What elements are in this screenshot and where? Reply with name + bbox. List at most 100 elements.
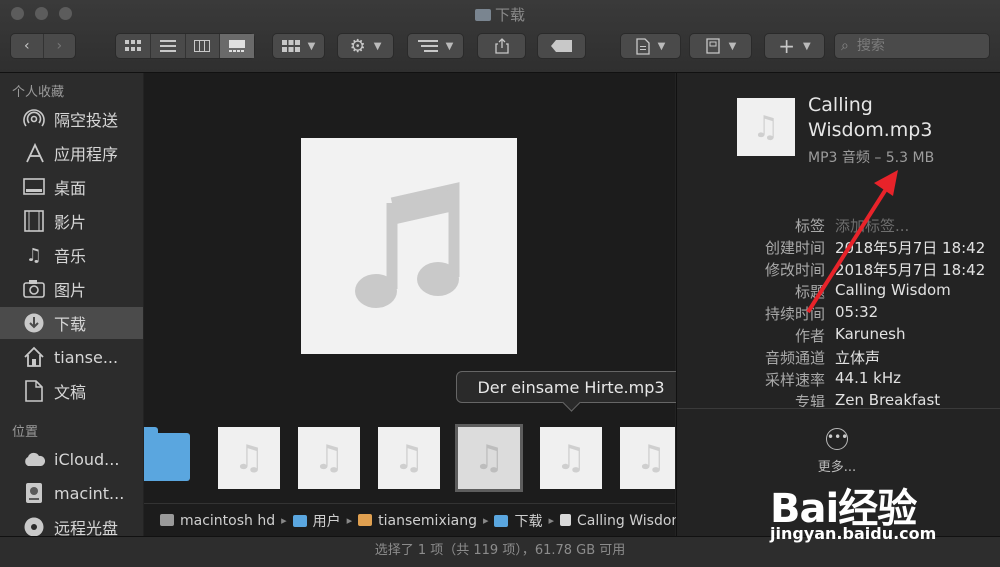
- metadata-row-author: 作者 Karunesh: [794, 325, 906, 345]
- share-button[interactable]: [477, 33, 526, 59]
- path-item-macintosh-hd[interactable]: macintosh hd: [160, 513, 275, 529]
- info-thumbnail: ♫: [737, 98, 795, 156]
- search-icon: ⌕: [841, 38, 849, 54]
- gear-icon: ⚙: [349, 35, 366, 57]
- applications-icon: [22, 141, 46, 165]
- sidebar-item-icloud[interactable]: iCloud...: [0, 443, 143, 475]
- hard-disk-icon: [160, 513, 174, 526]
- icon-view-button[interactable]: [116, 34, 151, 58]
- audio-thumbnail[interactable]: ♫: [378, 427, 440, 489]
- gallery-view-button[interactable]: [220, 34, 254, 58]
- chevron-down-icon: ▼: [657, 40, 666, 52]
- action-menu-button[interactable]: ⚙ ▼: [337, 33, 394, 59]
- sidebar-item-label: macint...: [54, 483, 125, 503]
- hard-disk-icon: [22, 481, 46, 505]
- path-item-downloads[interactable]: 下载: [494, 511, 542, 531]
- icloud-icon: [22, 447, 46, 471]
- sidebar-item-music[interactable]: ♫ 音乐: [0, 239, 143, 271]
- chevron-right-icon: ›: [56, 38, 63, 54]
- list-icon: [159, 40, 176, 52]
- music-note-icon: ♫: [635, 438, 667, 478]
- folder-icon: [474, 9, 491, 21]
- path-item-home[interactable]: tiansemixiang: [358, 513, 477, 529]
- audio-thumbnail[interactable]: ♫: [540, 427, 602, 489]
- add-button[interactable]: + ▼: [764, 33, 825, 59]
- path-separator-icon: ▸: [548, 514, 555, 527]
- tag-icon: [550, 40, 572, 52]
- archive-box-icon: [705, 38, 720, 54]
- search-input[interactable]: [854, 37, 979, 55]
- sidebar-item-movies[interactable]: 影片: [0, 205, 143, 237]
- sidebar-item-label: tianse...: [54, 347, 119, 367]
- list-view-button[interactable]: [151, 34, 186, 58]
- toolbar: 下载 ‹ › ▼ ⚙ ▼ ▼ ▼ ▼ + ▼ ⌕ 搜索: [0, 0, 1000, 73]
- more-button[interactable]: ••• 更多...: [817, 428, 857, 475]
- window-title: 下载: [0, 4, 1000, 25]
- music-note-icon: ♫: [393, 438, 425, 478]
- new-document-button[interactable]: ▼: [620, 33, 681, 59]
- file-name: Calling Wisdom.mp3: [808, 94, 933, 141]
- path-item-users[interactable]: 用户: [292, 511, 341, 531]
- info-panel: ♫ Calling Wisdom.mp3 MP3 音频 – 5.3 MB 标签 …: [676, 73, 1000, 536]
- music-note-icon: ♫: [473, 438, 505, 478]
- plus-icon: +: [778, 34, 796, 58]
- sidebar-item-label: 桌面: [54, 179, 87, 198]
- sidebar-section-locations: 位置: [12, 425, 39, 440]
- metadata-row-channels: 音频通道 立体声: [764, 349, 881, 367]
- chevron-left-icon: ‹: [23, 38, 30, 54]
- downloads-icon: [22, 311, 46, 335]
- sidebar-item-downloads[interactable]: 下载: [0, 307, 143, 339]
- chevron-down-icon: ▼: [803, 40, 811, 52]
- audio-thumbnail[interactable]: ♫: [218, 427, 280, 489]
- documents-icon: [22, 379, 46, 403]
- sidebar-item-desktop[interactable]: 桌面: [0, 171, 143, 203]
- search-field[interactable]: ⌕: [834, 33, 990, 59]
- thumbnail-strip: ♫ ♫ ♫ ♫ ♫ ♫: [144, 423, 675, 495]
- movies-icon: [22, 209, 46, 233]
- sidebar-item-label: 隔空投送: [54, 111, 119, 130]
- music-note-icon: [355, 182, 460, 308]
- sidebar-item-pictures[interactable]: 图片: [0, 273, 143, 305]
- sidebar-item-documents[interactable]: 文稿: [0, 375, 143, 407]
- folder-thumbnail[interactable]: [144, 427, 190, 481]
- metadata-row-sample-rate: 采样速率 44.1 kHz: [764, 369, 902, 389]
- chevron-down-icon: ▼: [445, 40, 454, 52]
- group-grid-icon: [281, 40, 300, 52]
- music-note-icon: ♫: [555, 438, 587, 478]
- archive-button[interactable]: ▼: [689, 33, 752, 59]
- columns-icon: [194, 40, 211, 52]
- path-separator-icon: ▸: [281, 514, 287, 527]
- arrange-button[interactable]: ▼: [407, 33, 464, 59]
- audio-thumbnail[interactable]: ♫: [620, 427, 675, 489]
- sidebar-item-label: 图片: [54, 281, 87, 300]
- add-tags-field[interactable]: 添加标签...: [835, 215, 909, 236]
- column-view-button[interactable]: [186, 34, 221, 58]
- metadata-row-album: 专辑 Zen Breakfast: [794, 391, 941, 407]
- sidebar-item-airdrop[interactable]: 隔空投送: [0, 103, 143, 135]
- airdrop-icon: [22, 107, 46, 131]
- gallery-view: Der einsame Hirte.mp3 ♫ ♫ ♫ ♫ ♫ ♫ macint…: [144, 73, 721, 536]
- audio-thumbnail[interactable]: ♫: [298, 427, 360, 489]
- sidebar-item-label: iCloud...: [54, 449, 120, 469]
- view-mode-control: [115, 33, 255, 59]
- back-button[interactable]: ‹: [11, 34, 44, 58]
- music-icon: ♫: [25, 244, 43, 266]
- audio-thumbnail-selected[interactable]: ♫: [455, 424, 523, 492]
- group-by-button[interactable]: ▼: [272, 33, 325, 59]
- sidebar-item-macintosh-hd[interactable]: macint...: [0, 477, 143, 509]
- file-tooltip: Der einsame Hirte.mp3: [456, 371, 686, 403]
- music-note-icon: ♫: [313, 438, 345, 478]
- forward-button[interactable]: ›: [44, 34, 76, 58]
- sidebar-item-label: 影片: [54, 213, 87, 232]
- metadata-row-tags: 标签 添加标签...: [794, 215, 910, 236]
- finder-window: 下载 ‹ › ▼ ⚙ ▼ ▼ ▼ ▼ + ▼ ⌕ 搜索 个人收藏 隔空投送 应用…: [0, 0, 1000, 567]
- metadata-row-created: 创建时间 2018年5月7日 18:42: [764, 239, 986, 257]
- path-separator-icon: ▸: [346, 514, 353, 527]
- sidebar-item-home[interactable]: tianse...: [0, 341, 143, 373]
- edit-tags-button[interactable]: [537, 33, 586, 59]
- chevron-down-icon: ▼: [373, 40, 382, 52]
- desktop-icon: [22, 175, 46, 199]
- baidu-watermark: Bai经验 jingyan.baidu.com: [770, 476, 995, 546]
- chevron-down-icon: ▼: [307, 40, 316, 52]
- sidebar-item-applications[interactable]: 应用程序: [0, 137, 143, 169]
